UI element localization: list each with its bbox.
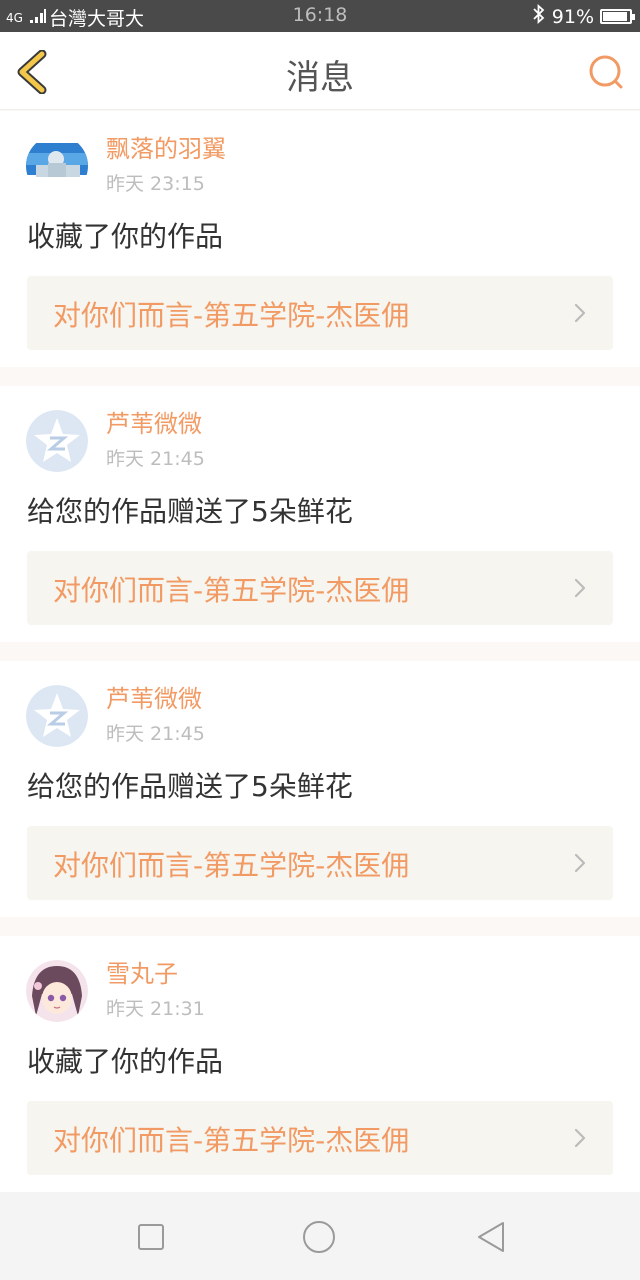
home-icon [303,1221,335,1253]
username[interactable]: 雪丸子 [106,954,178,989]
recent-apps-icon [138,1224,164,1250]
system-nav-bar [0,1192,640,1280]
user-avatar[interactable] [26,135,88,197]
back-triangle-icon [478,1222,504,1252]
message-card: 雪丸子 昨天 21:31 收藏了你的作品 对你们而言-第五学院-杰医佣 [0,936,640,1192]
search-icon [589,55,623,89]
work-title: 对你们而言-第五学院-杰医佣 [53,1124,410,1157]
message-action: 给您的作品赠送了5朵鲜花 [27,495,353,528]
chevron-right-icon [574,303,586,323]
qzone-default-avatar-icon [26,685,88,747]
message-card: 芦苇微微 昨天 21:45 给您的作品赠送了5朵鲜花 对你们而言-第五学院-杰医… [0,386,640,642]
message-time: 昨天 21:45 [106,723,205,745]
chevron-right-icon [574,578,586,598]
home-button[interactable] [302,1220,336,1254]
user-avatar[interactable] [26,685,88,747]
user-avatar[interactable] [26,960,88,1022]
work-link[interactable]: 对你们而言-第五学院-杰医佣 [27,276,613,350]
battery-fill [603,12,627,21]
battery-icon [600,9,635,24]
message-card: 芦苇微微 昨天 21:45 给您的作品赠送了5朵鲜花 对你们而言-第五学院-杰医… [0,661,640,917]
chevron-right-icon [574,1128,586,1148]
user-avatar[interactable] [26,410,88,472]
chevron-right-icon [574,853,586,873]
message-time: 昨天 21:31 [106,998,205,1020]
bluetooth-icon [532,3,546,29]
username[interactable]: 芦苇微微 [106,679,202,714]
message-card: 飘落的羽翼 昨天 23:15 收藏了你的作品 对你们而言-第五学院-杰医佣 [0,111,640,367]
screen: 4G 台灣大哥大 16:18 91% 消息 飘落的羽翼 昨天 23:15 收藏了… [0,0,640,1280]
photo-avatar-icon [26,135,88,197]
message-time: 昨天 23:15 [106,173,205,195]
search-button[interactable] [586,52,626,92]
status-right: 91% [532,3,635,29]
battery-percent: 91% [551,5,594,28]
message-time: 昨天 21:45 [106,448,205,470]
work-link[interactable]: 对你们而言-第五学院-杰医佣 [27,1101,613,1175]
anime-girl-avatar-icon [26,960,88,1022]
system-back-button[interactable] [474,1220,508,1254]
work-link[interactable]: 对你们而言-第五学院-杰医佣 [27,551,613,625]
qzone-default-avatar-icon [26,410,88,472]
username[interactable]: 飘落的羽翼 [106,129,226,164]
work-title: 对你们而言-第五学院-杰医佣 [53,574,410,607]
message-action: 收藏了你的作品 [27,220,224,253]
recent-apps-button[interactable] [134,1220,168,1254]
work-title: 对你们而言-第五学院-杰医佣 [53,849,410,882]
username[interactable]: 芦苇微微 [106,404,202,439]
work-link[interactable]: 对你们而言-第五学院-杰医佣 [27,826,613,900]
message-action: 给您的作品赠送了5朵鲜花 [27,770,353,803]
message-action: 收藏了你的作品 [27,1045,224,1078]
work-title: 对你们而言-第五学院-杰医佣 [53,299,410,332]
nav-bar: 消息 [0,32,640,110]
page-title: 消息 [286,58,354,98]
status-bar: 4G 台灣大哥大 16:18 91% [0,0,640,32]
